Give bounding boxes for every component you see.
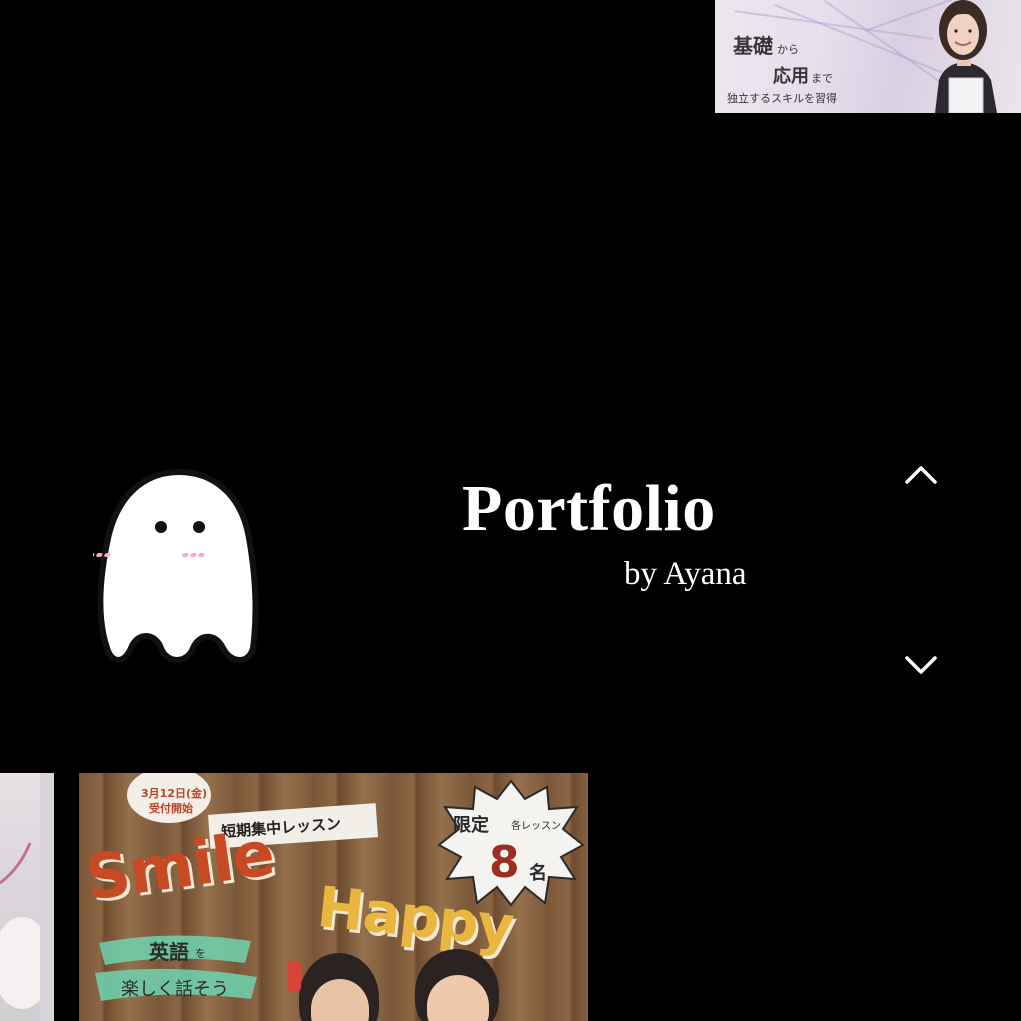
chevron-up-icon[interactable] <box>901 460 941 490</box>
page-subtitle: by Ayana <box>624 556 747 592</box>
svg-text:各レッスン: 各レッスン <box>511 819 561 832</box>
thumbnail-english-lesson-flyer[interactable]: 3月12日(金) 受付開始 短期集中レッスン 限定 各レッスン 8 名 Smil… <box>79 773 588 1021</box>
chevron-down-icon[interactable] <box>901 650 941 680</box>
thumbnail-line1: 基礎 から <box>733 34 799 58</box>
flag-decoration <box>287 961 301 991</box>
thumbnail-partial[interactable] <box>0 773 54 1021</box>
thumbnail-skills-banner[interactable]: 基礎 から 応用 まで 独立するスキルを習得 <box>715 0 1021 113</box>
svg-text:楽しく話そう: 楽しく話そう <box>121 979 229 1000</box>
english-tag: 英語 を 楽しく話そう <box>95 935 257 1001</box>
date-badge: 3月12日(金) 受付開始 <box>127 773 211 823</box>
partial-image <box>0 773 54 1021</box>
svg-text:限定: 限定 <box>453 814 489 836</box>
limit-burst: 限定 各レッスン 8 名 <box>437 779 585 907</box>
svg-text:8: 8 <box>489 837 520 888</box>
svg-text:名: 名 <box>529 862 547 884</box>
smile-word: Smile <box>80 816 278 915</box>
thumbnail-line3: 独立するスキルを習得 <box>727 92 837 105</box>
page-title: Portfolio <box>462 472 716 545</box>
svg-text:英語: 英語 <box>149 940 189 964</box>
woman-photo <box>935 0 997 113</box>
svg-text:を: を <box>195 947 206 960</box>
ghost-icon <box>93 469 259 663</box>
thumbnail-line2: 応用 まで <box>773 66 833 87</box>
